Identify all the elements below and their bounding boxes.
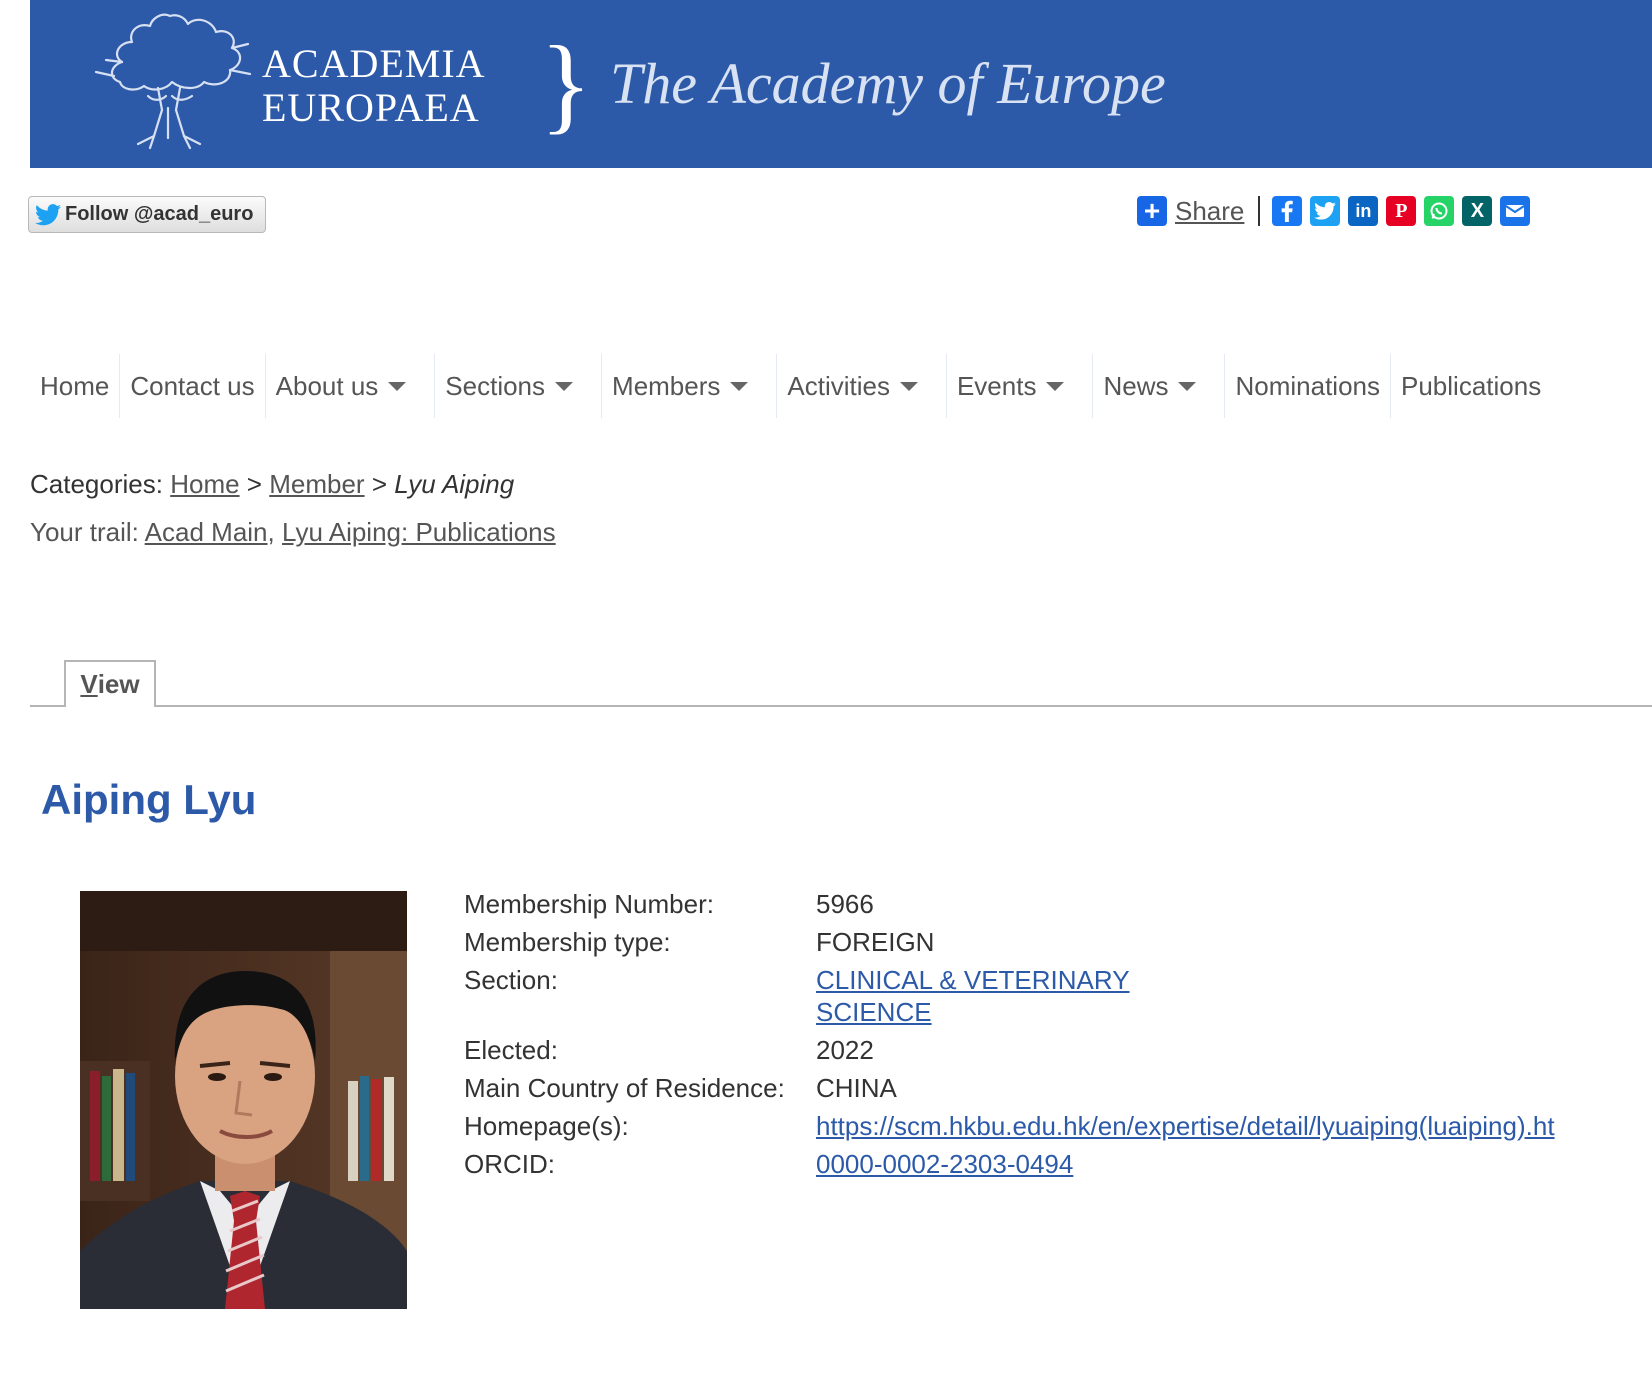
detail-row-type: Membership type: FOREIGN — [464, 926, 1652, 964]
membership-type-value: FOREIGN — [816, 927, 935, 957]
breadcrumb-member-link[interactable]: Member — [269, 469, 364, 499]
tab-view-accesskey: V — [80, 669, 98, 699]
twitter-bird-icon — [35, 203, 61, 225]
nav-publications[interactable]: Publications — [1390, 354, 1551, 418]
nav-about-label: About us — [275, 370, 379, 401]
share-bar: + Share in P X — [1137, 196, 1538, 226]
chevron-down-icon — [388, 381, 407, 391]
membership-number-label: Membership Number: — [464, 889, 714, 919]
chevron-down-icon — [730, 381, 749, 391]
member-portrait — [80, 891, 407, 1309]
logo-line-europaea: EUROPAEA — [262, 85, 480, 130]
member-details: Membership Number: 5966 Membership type:… — [464, 888, 1652, 1186]
whatsapp-icon[interactable] — [1424, 196, 1455, 226]
orcid-link[interactable]: 0000-0002-2303-0494 — [816, 1149, 1073, 1179]
section-label: Section: — [464, 965, 558, 995]
nav-activities-label: Activities — [787, 370, 890, 401]
trail-link-acad-main[interactable]: Acad Main — [145, 517, 268, 547]
nav-home[interactable]: Home — [30, 354, 119, 418]
tab-view-label: iew — [97, 669, 140, 699]
detail-row-section: Section: CLINICAL & VETERINARY SCIENCE — [464, 964, 1652, 1034]
section-link[interactable]: CLINICAL & VETERINARY SCIENCE — [816, 965, 1130, 1027]
xing-icon[interactable]: X — [1462, 196, 1493, 226]
tab-baseline — [30, 705, 1652, 707]
nav-nominations[interactable]: Nominations — [1224, 354, 1390, 418]
nav-sections[interactable]: Sections — [434, 354, 601, 418]
breadcrumb-separator: > — [246, 469, 262, 499]
homepage-link[interactable]: https://scm.hkbu.edu.hk/en/expertise/det… — [816, 1111, 1555, 1141]
membership-type-label: Membership type: — [464, 927, 671, 957]
nav-news[interactable]: News — [1092, 354, 1224, 418]
site-banner[interactable]: ACADEMIA EUROPAEA } The Academy of Europ… — [30, 0, 1652, 168]
nav-members[interactable]: Members — [601, 354, 776, 418]
email-icon[interactable] — [1500, 196, 1531, 226]
trail-link-publications[interactable]: Lyu Aiping: Publications — [282, 517, 556, 547]
breadcrumb-current: Lyu Aiping — [394, 469, 515, 499]
nav-home-label: Home — [40, 370, 110, 401]
nav-contact[interactable]: Contact us — [119, 354, 264, 418]
nav-nominations-label: Nominations — [1235, 370, 1380, 401]
chevron-down-icon — [899, 381, 918, 391]
follow-label: Follow @acad_euro — [65, 203, 254, 225]
nav-activities[interactable]: Activities — [776, 354, 946, 418]
elected-value: 2022 — [816, 1035, 874, 1065]
breadcrumb-home-link[interactable]: Home — [170, 469, 239, 499]
logo-wordmark: ACADEMIA EUROPAEA — [262, 42, 486, 130]
nav-contact-label: Contact us — [130, 370, 255, 401]
country-value: CHINA — [816, 1073, 897, 1103]
trail-separator: , — [267, 517, 275, 547]
breadcrumb: Categories: Home > Member > Lyu Aiping — [30, 466, 514, 502]
nav-events-label: Events — [956, 370, 1037, 401]
breadcrumb-separator: > — [371, 469, 387, 499]
nav-members-label: Members — [612, 370, 721, 401]
chevron-down-icon — [555, 381, 574, 391]
facebook-icon[interactable] — [1272, 196, 1303, 226]
trail-prefix: Your trail: — [30, 517, 139, 547]
nav-events[interactable]: Events — [945, 354, 1093, 418]
detail-row-elected: Elected: 2022 — [464, 1034, 1652, 1072]
pinterest-icon[interactable]: P — [1386, 196, 1417, 226]
tab-view[interactable]: View — [64, 660, 156, 707]
orcid-label: ORCID: — [464, 1149, 555, 1179]
page-title: Aiping Lyu — [41, 776, 257, 823]
chevron-down-icon — [1178, 381, 1197, 391]
share-link[interactable]: Share — [1175, 196, 1244, 227]
detail-row-orcid: ORCID: 0000-0002-2303-0494 — [464, 1148, 1652, 1186]
homepage-label: Homepage(s): — [464, 1111, 629, 1141]
nav-news-label: News — [1103, 370, 1169, 401]
country-label: Main Country of Residence: — [464, 1073, 785, 1103]
nav-about[interactable]: About us — [264, 354, 435, 418]
logo-brace: } — [540, 25, 592, 144]
linkedin-icon[interactable]: in — [1348, 196, 1379, 226]
share-divider — [1258, 196, 1261, 226]
membership-number-value: 5966 — [816, 889, 874, 919]
chevron-down-icon — [1046, 381, 1065, 391]
nav-sections-label: Sections — [445, 370, 546, 401]
detail-row-number: Membership Number: 5966 — [464, 888, 1652, 926]
main-nav: Home Contact us About us Sections Member… — [30, 354, 1551, 418]
detail-row-homepage: Homepage(s): https://scm.hkbu.edu.hk/en/… — [464, 1110, 1652, 1148]
nav-publications-label: Publications — [1401, 370, 1542, 401]
tree-logo-icon — [94, 13, 252, 150]
breadcrumb-prefix: Categories: — [30, 469, 163, 499]
detail-row-country: Main Country of Residence: CHINA — [464, 1072, 1652, 1110]
twitter-follow-button[interactable]: Follow @acad_euro — [28, 196, 266, 233]
twitter-icon[interactable] — [1310, 196, 1341, 226]
share-plus-icon[interactable]: + — [1137, 196, 1167, 226]
elected-label: Elected: — [464, 1035, 558, 1065]
user-trail: Your trail: Acad Main, Lyu Aiping: Publi… — [30, 514, 556, 550]
banner-tagline: The Academy of Europe — [610, 51, 1166, 116]
logo-line-academia: ACADEMIA — [262, 41, 486, 86]
